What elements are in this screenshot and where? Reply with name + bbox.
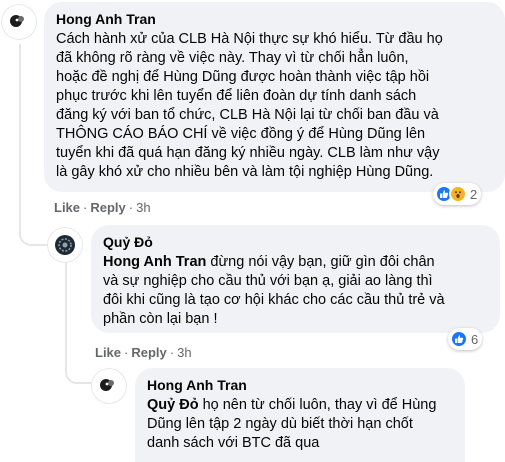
comment-bubble: Hong Anh Tran Quỷ Đỏ họ nên từ chối luôn… bbox=[135, 368, 465, 462]
avatar[interactable] bbox=[1, 4, 37, 40]
comment-line: phục trước khi lên tuyển để liên đoàn dự… bbox=[56, 88, 417, 104]
comment-author[interactable]: Hong Anh Tran bbox=[147, 376, 455, 394]
comment-line: Hong Anh Tran đừng nói vậy bạn, giữ gìn … bbox=[103, 253, 490, 272]
comment-line: đã không rõ ràng về việc này. Thay vì từ… bbox=[56, 50, 409, 66]
comment-actions: Like · Reply · 3h bbox=[54, 200, 151, 216]
mention-link[interactable]: Hong Anh Tran bbox=[103, 254, 206, 270]
avatar-image bbox=[1, 4, 37, 40]
wow-icon bbox=[449, 185, 467, 203]
comment-line-text: đừng nói vậy bạn, giữ gìn đôi chân bbox=[206, 254, 435, 270]
reaction-count: 2 bbox=[470, 186, 478, 202]
comment-text: Quỷ Đỏ họ nên từ chối luôn, thay vì để H… bbox=[147, 396, 455, 453]
mention-link[interactable]: Quỷ Đỏ bbox=[147, 397, 199, 413]
reaction-summary[interactable]: 2 bbox=[433, 183, 482, 205]
comment-line: Dũng lên tập 2 ngày dù biết thời hạn chố… bbox=[147, 416, 413, 432]
comment-line: đăng ký với ban tổ chức, CLB Hà Nội lại … bbox=[56, 107, 439, 123]
thread-line-root bbox=[19, 44, 21, 224]
comment-line: tuyển khi đã quá hạn đăng ký nhiều ngày.… bbox=[56, 145, 440, 161]
comment-line: danh sách với BTC đã qua bbox=[147, 435, 320, 451]
timestamp-link[interactable]: 3h bbox=[177, 345, 191, 360]
comment-line: và sự nghiệp cho cầu thủ với bạn ạ, giải… bbox=[103, 273, 433, 289]
avatar[interactable] bbox=[47, 227, 83, 263]
comment-line: phần còn lại bạn ! bbox=[103, 311, 218, 327]
thread-branch-reply-2 bbox=[65, 360, 93, 384]
comment-line-text: họ nên từ chối luôn, thay vì để Hùng bbox=[198, 397, 437, 413]
comment-line: là gây khó xử cho nhiều bên và làm tội n… bbox=[56, 164, 434, 180]
comment-line: THÔNG CÁO BÁO CHÍ về việc đồng ý để Hùng… bbox=[56, 126, 426, 142]
comment-text: Cách hành xử của CLB Hà Nội thực sự khó … bbox=[56, 30, 495, 182]
separator: · bbox=[83, 200, 88, 215]
comment-line: Cách hành xử của CLB Hà Nội thực sự khó … bbox=[56, 31, 443, 47]
avatar[interactable] bbox=[91, 368, 127, 404]
reply-button[interactable]: Reply bbox=[90, 200, 125, 215]
comment-author[interactable]: Quỷ Đỏ bbox=[103, 233, 490, 251]
reaction-count: 6 bbox=[471, 331, 479, 347]
comment-bubble: Quỷ Đỏ Hong Anh Tran đừng nói vậy bạn, g… bbox=[91, 225, 500, 333]
like-icon bbox=[450, 330, 468, 348]
comment-bubble: Hong Anh Tran Cách hành xử của CLB Hà Nộ… bbox=[44, 2, 505, 192]
separator: · bbox=[124, 345, 129, 360]
timestamp-link[interactable]: 3h bbox=[136, 200, 150, 215]
avatar-image bbox=[47, 227, 83, 263]
comment-line: Quỷ Đỏ họ nên từ chối luôn, thay vì để H… bbox=[147, 396, 455, 415]
comment-actions: Like · Reply · 3h bbox=[95, 345, 192, 361]
like-button[interactable]: Like bbox=[54, 200, 80, 215]
comment-line: đôi khi cũng là tạo cơ hội khác cho các … bbox=[103, 292, 445, 308]
separator: · bbox=[169, 345, 175, 360]
comment-author[interactable]: Hong Anh Tran bbox=[56, 10, 495, 28]
reply-button[interactable]: Reply bbox=[131, 345, 166, 360]
separator: · bbox=[128, 200, 134, 215]
avatar-image bbox=[91, 368, 127, 404]
comment-text: Hong Anh Tran đừng nói vậy bạn, giữ gìn … bbox=[103, 253, 490, 329]
comment-line: hoặc đề nghị để Hùng Dũng được hoàn thàn… bbox=[56, 69, 430, 85]
like-button[interactable]: Like bbox=[95, 345, 121, 360]
reaction-summary[interactable]: 6 bbox=[448, 328, 483, 350]
thread-line-reply-1 bbox=[65, 262, 67, 372]
